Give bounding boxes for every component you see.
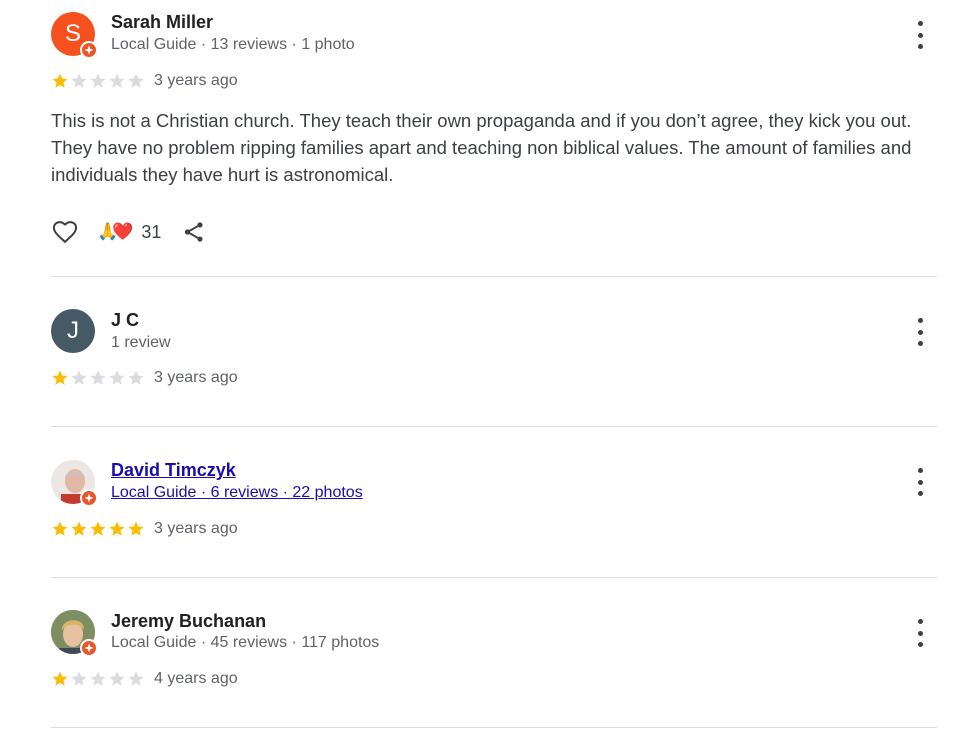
- review-count: 45 reviews: [210, 634, 288, 651]
- star-filled-icon: [52, 521, 68, 536]
- reviewer-meta: Local Guide · 13 reviews · 1 photo: [111, 36, 355, 53]
- divider: [51, 577, 937, 578]
- reviewer-name[interactable]: Sarah Miller: [111, 12, 213, 33]
- review-date: 4 years ago: [154, 670, 238, 687]
- star-empty-icon: [71, 73, 87, 88]
- reaction-emojis[interactable]: 🙏❤️: [97, 222, 133, 242]
- star-empty-icon: [90, 671, 106, 686]
- star-rating: [51, 369, 145, 387]
- review-count: 13 reviews: [210, 36, 288, 53]
- review-date: 3 years ago: [154, 369, 238, 386]
- photo-count: 117 photos: [301, 634, 380, 651]
- review-actions: 🙏❤️ 31: [51, 218, 207, 246]
- avatar-photo[interactable]: [51, 610, 98, 657]
- review-text: This is not a Christian church. They tea…: [51, 110, 912, 185]
- star-empty-icon: [71, 671, 87, 686]
- more-vert-icon[interactable]: [908, 318, 932, 346]
- local-guide-label: Local Guide: [111, 634, 197, 651]
- local-guide-badge-icon: [80, 489, 98, 507]
- star-empty-icon: [109, 370, 125, 385]
- star-empty-icon: [90, 73, 106, 88]
- local-guide-label[interactable]: Local Guide: [111, 484, 196, 501]
- star-empty-icon: [128, 370, 144, 385]
- divider: [51, 276, 937, 277]
- star-empty-icon: [128, 671, 144, 686]
- star-empty-icon: [128, 73, 144, 88]
- reviewer-meta: 1 review: [111, 334, 171, 352]
- review-count[interactable]: 6 reviews: [211, 484, 279, 501]
- photo-count[interactable]: 22 photos: [292, 484, 362, 501]
- star-empty-icon: [71, 370, 87, 385]
- reviewer-name[interactable]: J C: [111, 310, 139, 331]
- reviewer-name[interactable]: Jeremy Buchanan: [111, 611, 266, 632]
- divider: [51, 727, 937, 728]
- local-guide-badge-icon: [80, 639, 98, 657]
- star-rating: [51, 670, 145, 688]
- more-vert-icon[interactable]: [908, 619, 932, 647]
- avatar[interactable]: S: [51, 12, 98, 59]
- star-empty-icon: [109, 73, 125, 88]
- star-filled-icon: [52, 671, 68, 686]
- star-filled-icon: [52, 73, 68, 88]
- divider: [51, 426, 937, 427]
- star-filled-icon: [90, 521, 106, 536]
- photo-count: 1 photo: [301, 36, 355, 53]
- avatar-photo[interactable]: [51, 460, 98, 507]
- heart-outline-icon[interactable]: [51, 218, 79, 246]
- review-date: 3 years ago: [154, 72, 238, 89]
- review-count: 1 review: [111, 334, 171, 351]
- reviewer-meta: Local Guide · 6 reviews · 22 photos: [111, 484, 363, 501]
- star-empty-icon: [90, 370, 106, 385]
- star-filled-icon: [52, 370, 68, 385]
- reviewer-meta: Local Guide · 45 reviews · 117 photos: [111, 634, 380, 651]
- local-guide-badge-icon: [80, 41, 98, 59]
- local-guide-label: Local Guide: [111, 36, 197, 53]
- avatar-initial: J: [51, 309, 95, 353]
- more-vert-icon[interactable]: [908, 21, 932, 49]
- avatar[interactable]: J: [51, 309, 95, 353]
- star-rating: [51, 520, 145, 538]
- star-rating: [51, 72, 145, 90]
- star-filled-icon: [109, 521, 125, 536]
- more-vert-icon[interactable]: [908, 468, 932, 496]
- reaction-count: 31: [141, 221, 162, 242]
- star-empty-icon: [109, 671, 125, 686]
- reviewer-name[interactable]: David Timczyk: [111, 460, 236, 481]
- star-filled-icon: [128, 521, 144, 536]
- review-date: 3 years ago: [154, 520, 238, 537]
- star-filled-icon: [71, 521, 87, 536]
- share-icon[interactable]: [181, 219, 207, 245]
